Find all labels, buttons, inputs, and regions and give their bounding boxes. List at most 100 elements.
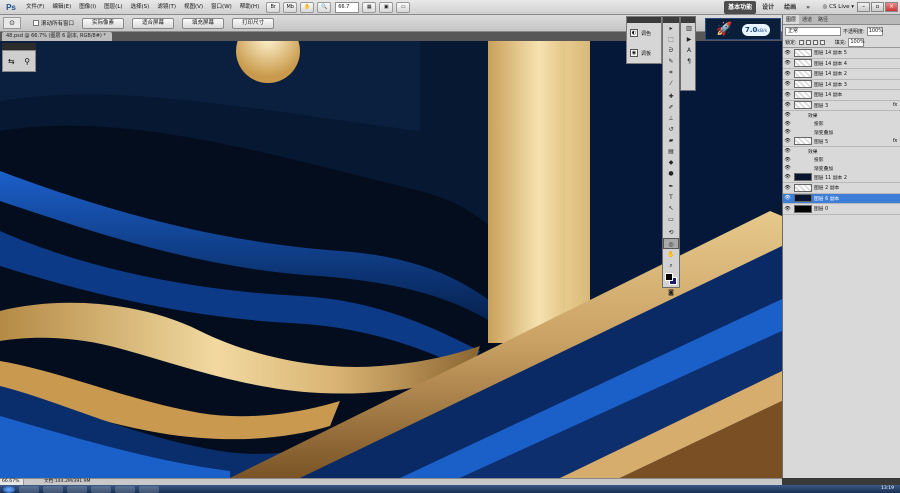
tab-layers[interactable]: 图层	[783, 15, 800, 24]
effects-row[interactable]: 👁 效果	[783, 111, 900, 120]
visibility-eye-icon[interactable]: 👁	[783, 157, 792, 163]
fill-field[interactable]: 100%	[848, 37, 865, 47]
zoom-tool-icon[interactable]: ⌕	[663, 260, 679, 271]
3d-orbit-tool-icon[interactable]: ◎	[663, 238, 679, 249]
type-tool-icon[interactable]: T	[663, 192, 679, 203]
minibridge-icon[interactable]: Mb	[283, 1, 298, 13]
menu-item[interactable]: 帮助(H)	[236, 0, 263, 15]
fit-screen-button[interactable]: 适合屏幕	[132, 17, 175, 29]
workspace-painting[interactable]: 绘画	[780, 1, 800, 14]
fx-icon[interactable]: fx	[890, 138, 900, 144]
quick-mask-icon[interactable]: ◙	[663, 287, 679, 298]
history-panel-icon[interactable]: ▥	[681, 23, 697, 34]
visibility-eye-icon[interactable]: 👁	[783, 148, 792, 154]
layer-row[interactable]: 👁 图层 14 副本 5	[783, 48, 900, 59]
path-select-tool-icon[interactable]: ↖	[663, 203, 679, 214]
quick-select-tool-icon[interactable]: ✎	[663, 56, 679, 67]
lock-position-icon[interactable]	[812, 39, 818, 45]
visibility-eye-icon[interactable]: 👁	[783, 138, 792, 144]
fill-screen-button[interactable]: 填充屏幕	[182, 17, 225, 29]
menu-item[interactable]: 窗口(W)	[207, 0, 236, 15]
minimize-icon[interactable]: –	[857, 2, 870, 12]
gradient-tool-icon[interactable]: ▤	[663, 146, 679, 157]
visibility-eye-icon[interactable]: 👁	[783, 92, 792, 98]
zoom-field[interactable]: 66.7	[335, 1, 360, 13]
eraser-tool-icon[interactable]: ▰	[663, 135, 679, 146]
menu-item[interactable]: 滤镜(T)	[153, 0, 180, 15]
layer-row[interactable]: 👁 图层 14 副本	[783, 90, 900, 101]
lock-transparency-icon[interactable]	[798, 39, 804, 45]
visibility-eye-icon[interactable]: 👁	[783, 112, 792, 118]
visibility-eye-icon[interactable]: 👁	[783, 129, 792, 135]
workspace-design[interactable]: 设计	[758, 1, 778, 14]
menu-item[interactable]: 图像(I)	[75, 0, 100, 15]
grid-icon[interactable]: ▦	[362, 1, 377, 13]
layer-row[interactable]: 👁 图层 11 副本 2	[783, 172, 900, 183]
effect-row[interactable]: 👁 投影	[783, 119, 900, 128]
visibility-eye-icon[interactable]: 👁	[783, 50, 792, 56]
effect-row[interactable]: 👁 渐变叠加	[783, 128, 900, 137]
pen-tool-icon[interactable]: ✒	[663, 181, 679, 192]
lasso-tool-icon[interactable]: ᘐ	[663, 45, 679, 56]
eyedropper-tool-icon[interactable]: ⁄	[663, 78, 679, 89]
color-swatches[interactable]	[663, 271, 679, 287]
scroll-all-windows-checkbox[interactable]: 滚动所有窗口	[33, 19, 74, 27]
menu-item[interactable]: 编辑(E)	[48, 0, 75, 15]
blur-tool-icon[interactable]: ◆	[663, 157, 679, 168]
menu-item[interactable]: 选择(S)	[127, 0, 154, 15]
layer-row[interactable]: 👁 图层 0	[783, 204, 900, 215]
layer-row[interactable]: 👁 图层 14 副本 4	[783, 58, 900, 69]
adjustments-item[interactable]: ◐ 调色	[627, 23, 661, 43]
layer-row[interactable]: 👁 图层 5 fx	[783, 136, 900, 147]
workspace-essentials[interactable]: 基本功能	[724, 1, 757, 14]
history-brush-tool-icon[interactable]: ↺	[663, 124, 679, 135]
visibility-eye-icon[interactable]: 👁	[783, 121, 792, 127]
close-icon[interactable]: ×	[885, 2, 898, 12]
visibility-eye-icon[interactable]: 👁	[783, 81, 792, 87]
dodge-tool-icon[interactable]: ●	[663, 168, 679, 179]
hand-tool-icon[interactable]: ✋	[663, 249, 679, 260]
actions-panel-icon[interactable]: ▶	[681, 34, 697, 45]
workspace-more[interactable]: »	[802, 1, 814, 14]
menu-item[interactable]: 图层(L)	[100, 0, 126, 15]
cs-live-button[interactable]: ◎ CS Live ▾	[823, 2, 854, 13]
move-tool-icon[interactable]: ▸	[663, 23, 679, 34]
effect-row[interactable]: 👁 渐变叠加	[783, 164, 900, 173]
tab-channels[interactable]: 通道	[799, 15, 815, 24]
visibility-eye-icon[interactable]: 👁	[783, 206, 792, 212]
visibility-eye-icon[interactable]: 👁	[783, 185, 792, 191]
puppet-pin-icon[interactable]: ⚲	[24, 57, 30, 66]
fx-icon[interactable]: fx	[890, 102, 900, 108]
visibility-eye-icon[interactable]: 👁	[783, 165, 792, 171]
actual-pixels-button[interactable]: 实际像素	[82, 17, 125, 29]
checkbox-box[interactable]	[33, 20, 39, 26]
effects-row[interactable]: 👁 效果	[783, 147, 900, 156]
layer-row[interactable]: 👁 图层 6 副本	[783, 193, 900, 204]
marquee-tool-icon[interactable]: ⬚	[663, 34, 679, 45]
masks-item[interactable]: ◉ 调板	[627, 43, 661, 63]
blend-mode-select[interactable]: 正常	[785, 26, 841, 36]
visibility-eye-icon[interactable]: 👁	[783, 102, 792, 108]
visibility-eye-icon[interactable]: 👁	[783, 71, 792, 77]
layer-row[interactable]: 👁 图层 2 副本	[783, 183, 900, 194]
zoom-tool-icon[interactable]: ⊙	[3, 17, 21, 29]
opacity-field[interactable]: 100%	[866, 26, 883, 36]
taskbar-button[interactable]	[67, 485, 87, 493]
taskbar-button[interactable]	[43, 485, 63, 493]
tab-paths[interactable]: 路径	[815, 15, 831, 24]
layer-row[interactable]: 👁 图层 14 副本 2	[783, 69, 900, 80]
effect-row[interactable]: 👁 投影	[783, 155, 900, 164]
paragraph-panel-icon[interactable]: ¶	[681, 56, 697, 67]
tool-presets-icon[interactable]: ⇆	[8, 57, 15, 66]
layer-row[interactable]: 👁 图层 3 fx	[783, 100, 900, 111]
zoom-icon[interactable]: 🔍	[317, 1, 332, 13]
brush-tool-icon[interactable]: ✐	[663, 102, 679, 113]
crop-tool-icon[interactable]: ⌗	[663, 67, 679, 78]
taskbar-button[interactable]	[139, 485, 159, 493]
healing-tool-icon[interactable]: ✚	[663, 91, 679, 102]
clone-stamp-tool-icon[interactable]: ⊥	[663, 113, 679, 124]
print-size-button[interactable]: 打印尺寸	[232, 17, 275, 29]
taskbar-button[interactable]	[115, 485, 135, 493]
hand-icon[interactable]: ✋	[300, 1, 315, 13]
menu-item[interactable]: 视图(V)	[180, 0, 207, 15]
